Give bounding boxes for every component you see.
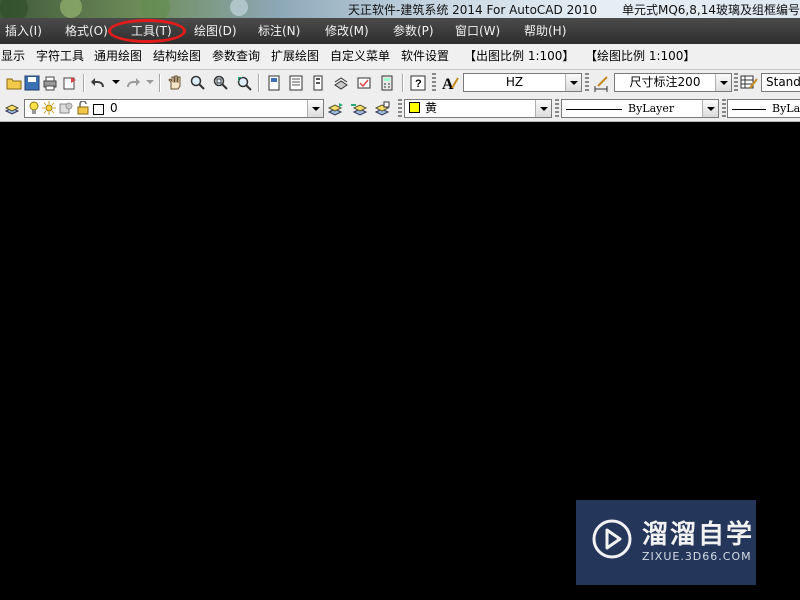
zoom-realtime-icon[interactable] <box>188 73 208 93</box>
chevron-down-icon[interactable] <box>702 100 718 117</box>
menu-window[interactable]: 窗口(W) <box>455 18 500 44</box>
color-value: 黄 <box>425 101 438 115</box>
redo-icon[interactable] <box>122 73 142 93</box>
print-icon[interactable] <box>40 73 60 93</box>
menu-format[interactable]: 格式(O) <box>65 18 108 44</box>
tz-output-scale[interactable]: 【出图比例 1:100】 <box>464 44 574 69</box>
chevron-down-icon[interactable] <box>715 74 731 91</box>
table-style-value: Standa <box>766 75 800 89</box>
zoom-previous-icon[interactable] <box>234 73 254 93</box>
calculator-icon[interactable] <box>377 73 397 93</box>
help-icon[interactable]: ? <box>408 73 428 93</box>
tz-general-draw[interactable]: 通用绘图 <box>94 44 142 69</box>
watermark-name: 溜溜自学 <box>642 520 755 550</box>
dim-style-combo[interactable]: 尺寸标注200 <box>614 73 732 92</box>
lineweight-combo[interactable]: ByLay <box>727 99 800 118</box>
title-bar: 天正软件-建筑系统 2014 For AutoCAD 2010 单元式MQ6,8… <box>0 0 800 18</box>
linetype-sample <box>566 108 622 110</box>
layer-properties-icon[interactable] <box>2 99 22 119</box>
open-icon[interactable] <box>4 73 24 93</box>
menu-draw[interactable]: 绘图(D) <box>194 18 237 44</box>
layer-previous-icon[interactable] <box>349 99 369 119</box>
lineweight-value: ByLay <box>772 102 800 115</box>
menu-dimension[interactable]: 标注(N) <box>258 18 300 44</box>
tianzheng-toolbar: 显示 字符工具 通用绘图 结构绘图 参数查询 扩展绘图 自定义菜单 软件设置 【… <box>0 44 800 70</box>
menu-modify[interactable]: 修改(M) <box>325 18 369 44</box>
dim-style-value: 尺寸标注200 <box>629 75 701 89</box>
layer-on-bulb-icon <box>28 100 40 117</box>
chevron-down-icon[interactable] <box>565 74 581 91</box>
save-icon[interactable] <box>22 73 42 93</box>
linetype-value: ByLayer <box>628 102 675 115</box>
tz-drawing-scale[interactable]: 【绘图比例 1:100】 <box>585 44 695 69</box>
layer-viewport-icon <box>59 101 73 117</box>
sheet-set-icon[interactable] <box>331 73 351 93</box>
svg-text:?: ? <box>415 78 422 90</box>
document-title: 单元式MQ6,8,14玻璃及组框编号 <box>622 3 800 17</box>
layer-state-icon[interactable] <box>372 99 392 119</box>
design-center-icon[interactable] <box>286 73 306 93</box>
table-style-icon[interactable] <box>739 73 759 93</box>
tz-text-tools[interactable]: 字符工具 <box>36 44 84 69</box>
tz-structure-draw[interactable]: 结构绘图 <box>153 44 201 69</box>
menu-help[interactable]: 帮助(H) <box>524 18 566 44</box>
text-style-combo[interactable]: HZ <box>463 73 582 92</box>
layer-toolbar: 0 黄 ByLayer ByLay <box>0 96 800 122</box>
watermark-url: ZIXUE.3D66.COM <box>642 550 752 563</box>
menu-tools[interactable]: 工具(T) <box>131 18 172 44</box>
color-combo[interactable]: 黄 <box>404 99 552 118</box>
svg-text:A: A <box>442 76 454 92</box>
undo-dropdown-icon[interactable] <box>112 80 120 84</box>
tool-palettes-icon[interactable] <box>308 73 328 93</box>
menu-bar: 插入(I) 格式(O) 工具(T) 绘图(D) 标注(N) 修改(M) 参数(P… <box>0 18 800 45</box>
undo-icon[interactable] <box>89 73 109 93</box>
redo-dropdown-icon[interactable] <box>146 80 154 84</box>
play-logo-icon <box>592 519 632 559</box>
chevron-down-icon[interactable] <box>535 100 551 117</box>
standard-toolbar: ? A HZ 尺寸标注200 Standa <box>0 70 800 97</box>
window-title: 天正软件-建筑系统 2014 For AutoCAD 2010 <box>348 3 598 17</box>
table-style-combo[interactable]: Standa <box>761 73 800 92</box>
make-current-icon[interactable] <box>326 99 346 119</box>
watermark: 溜溜自学 ZIXUE.3D66.COM <box>576 500 756 585</box>
layer-combo[interactable]: 0 <box>24 99 324 118</box>
tz-extended-draw[interactable]: 扩展绘图 <box>271 44 319 69</box>
linetype-combo[interactable]: ByLayer <box>561 99 719 118</box>
color-swatch-icon <box>409 102 420 113</box>
markup-icon[interactable] <box>354 73 374 93</box>
publish-icon[interactable] <box>60 73 80 93</box>
text-style-value: HZ <box>505 75 524 89</box>
layer-color-swatch-icon <box>93 104 104 115</box>
layer-thaw-sun-icon <box>42 100 56 117</box>
zoom-window-icon[interactable] <box>211 73 231 93</box>
pan-icon[interactable] <box>165 73 185 93</box>
tz-param-query[interactable]: 参数查询 <box>212 44 260 69</box>
properties-icon[interactable] <box>264 73 284 93</box>
tz-custom-menu[interactable]: 自定义菜单 <box>330 44 390 69</box>
menu-parameters[interactable]: 参数(P) <box>393 18 434 44</box>
tz-display[interactable]: 显示 <box>1 44 25 69</box>
menu-insert[interactable]: 插入(I) <box>5 18 42 44</box>
text-style-icon[interactable]: A <box>440 73 460 93</box>
chevron-down-icon[interactable] <box>307 100 323 117</box>
layer-lock-icon <box>77 100 89 117</box>
lineweight-sample <box>732 108 766 110</box>
current-layer-name: 0 <box>110 101 118 115</box>
dim-style-icon[interactable] <box>592 73 612 93</box>
tz-software-settings[interactable]: 软件设置 <box>401 44 449 69</box>
